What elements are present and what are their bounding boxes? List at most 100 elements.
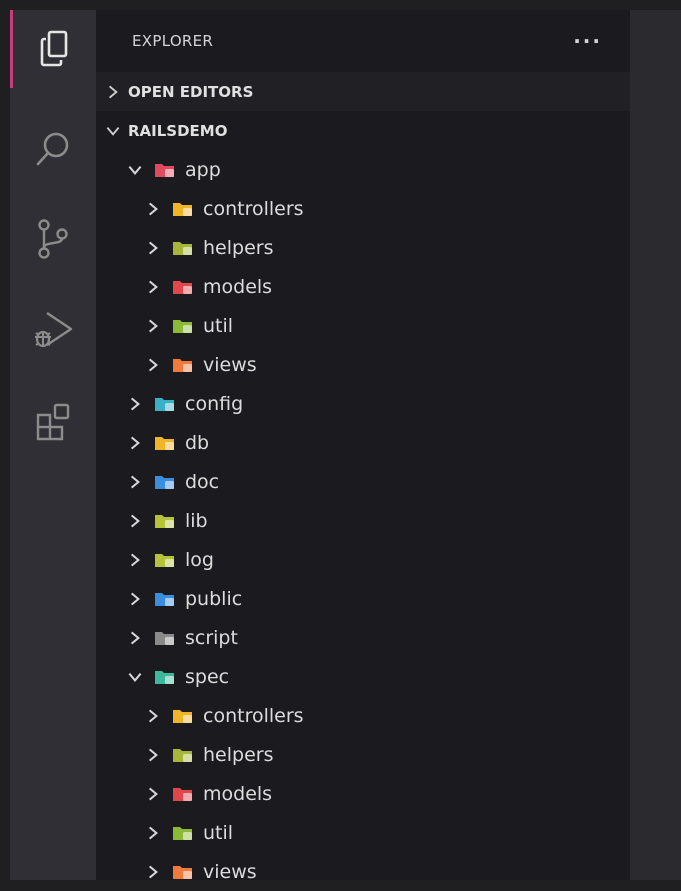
source-control-tab[interactable] — [10, 200, 96, 278]
tree-item-models[interactable]: models — [96, 267, 630, 306]
tree-item-label: doc — [185, 470, 220, 493]
source-control-icon — [38, 219, 68, 259]
chevron-right-icon — [148, 280, 158, 293]
extensions-tab[interactable] — [10, 382, 96, 460]
tree-item-controllers[interactable]: controllers — [96, 189, 630, 228]
search-tab[interactable] — [10, 110, 96, 188]
tree-item-label: db — [185, 431, 210, 454]
folder-icon — [155, 514, 174, 528]
tree-item-db[interactable]: db — [96, 423, 630, 462]
tree-item-config[interactable]: config — [96, 384, 630, 423]
tree-item-label: app — [185, 158, 221, 181]
chevron-right-icon — [130, 631, 140, 644]
folder-icon — [173, 202, 192, 216]
folder-icon — [155, 436, 174, 450]
folder-icon — [155, 475, 174, 489]
chevron-right-icon — [130, 436, 140, 449]
tree-item-label: views — [203, 860, 257, 883]
chevron-right-icon — [109, 85, 118, 98]
tree-item-label: controllers — [203, 704, 304, 727]
chevron-right-icon — [148, 826, 158, 839]
tree-item-lib[interactable]: lib — [96, 501, 630, 540]
section-label: OPEN EDITORS — [128, 82, 254, 101]
folder-icon — [173, 787, 192, 801]
extensions-icon — [36, 403, 70, 441]
run-debug-icon — [35, 312, 73, 348]
folder-icon — [173, 826, 192, 840]
tree-item-label: script — [185, 626, 238, 649]
vscode-window: EXPLORER ··· OPEN EDITORS RAILSDEMO app c… — [10, 10, 681, 883]
railsdemo-section[interactable]: RAILSDEMO — [96, 111, 630, 150]
tree-item-label: lib — [185, 509, 208, 532]
tree-item-spec[interactable]: spec — [96, 657, 630, 696]
tree-item-views[interactable]: views — [96, 852, 630, 891]
explorer-title: EXPLORER — [132, 32, 214, 50]
folder-icon — [173, 280, 192, 294]
chevron-right-icon — [148, 787, 158, 800]
tree-item-label: helpers — [203, 743, 274, 766]
chevron-right-icon — [148, 319, 158, 332]
chevron-right-icon — [148, 241, 158, 254]
folder-icon — [173, 865, 192, 879]
explorer-header: EXPLORER ··· — [96, 10, 630, 72]
explorer-sidebar: EXPLORER ··· OPEN EDITORS RAILSDEMO app c… — [96, 10, 630, 883]
tree-item-log[interactable]: log — [96, 540, 630, 579]
tree-item-public[interactable]: public — [96, 579, 630, 618]
tree-item-app[interactable]: app — [96, 150, 630, 189]
folder-icon — [173, 319, 192, 333]
chevron-right-icon — [130, 397, 140, 410]
tree-item-helpers[interactable]: helpers — [96, 228, 630, 267]
folder-icon — [155, 397, 174, 411]
tree-item-views[interactable]: views — [96, 345, 630, 384]
chevron-right-icon — [148, 358, 158, 371]
tree-item-util[interactable]: util — [96, 813, 630, 852]
tree-item-label: controllers — [203, 197, 304, 220]
chevron-down-icon — [128, 165, 142, 175]
tree-item-label: config — [185, 392, 244, 415]
chevron-right-icon — [148, 202, 158, 215]
tree-item-label: log — [185, 548, 214, 571]
more-actions-button[interactable]: ··· — [573, 29, 602, 53]
tree-item-label: public — [185, 587, 243, 610]
activity-bar — [10, 10, 96, 880]
chevron-down-icon — [106, 126, 120, 136]
folder-icon — [173, 709, 192, 723]
chevron-right-icon — [148, 709, 158, 722]
tree-item-label: util — [203, 821, 234, 844]
search-icon — [36, 132, 69, 166]
tree-item-helpers[interactable]: helpers — [96, 735, 630, 774]
tree-item-label: views — [203, 353, 257, 376]
chevron-right-icon — [130, 592, 140, 605]
chevron-right-icon — [130, 514, 140, 527]
tree-item-label: models — [203, 782, 273, 805]
chevron-right-icon — [130, 553, 140, 566]
explorer-icon — [40, 30, 67, 67]
folder-icon — [155, 670, 174, 684]
chevron-down-icon — [128, 672, 142, 682]
open-editors-section[interactable]: OPEN EDITORS — [96, 72, 630, 111]
tree-item-doc[interactable]: doc — [96, 462, 630, 501]
tree-item-label: util — [203, 314, 234, 337]
file-tree: app controllers helpers models util views conf… — [96, 150, 630, 891]
tree-item-controllers[interactable]: controllers — [96, 696, 630, 735]
tree-item-label: helpers — [203, 236, 274, 259]
tree-item-util[interactable]: util — [96, 306, 630, 345]
explorer-tab[interactable] — [10, 10, 96, 88]
tree-item-label: spec — [185, 665, 230, 688]
folder-icon — [173, 241, 192, 255]
folder-icon — [173, 358, 192, 372]
chevron-right-icon — [148, 865, 158, 878]
tree-item-script[interactable]: script — [96, 618, 630, 657]
tree-item-label: models — [203, 275, 273, 298]
chevron-right-icon — [130, 475, 140, 488]
editor-area — [630, 10, 681, 880]
run-debug-tab[interactable] — [10, 290, 96, 368]
section-label: RAILSDEMO — [128, 121, 228, 140]
folder-icon — [155, 553, 174, 567]
folder-icon — [173, 748, 192, 762]
chevron-right-icon — [148, 748, 158, 761]
folder-icon — [155, 592, 174, 606]
folder-icon — [155, 163, 174, 177]
folder-icon — [155, 631, 174, 645]
tree-item-models[interactable]: models — [96, 774, 630, 813]
